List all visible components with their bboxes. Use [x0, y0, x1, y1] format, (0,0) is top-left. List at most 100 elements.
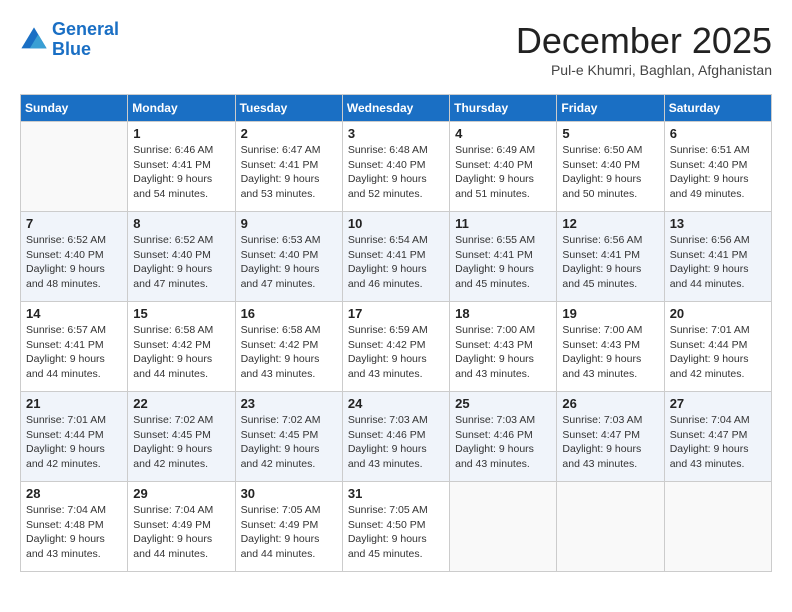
day-number: 17: [348, 306, 444, 321]
day-info: Sunrise: 6:58 AMSunset: 4:42 PMDaylight:…: [241, 323, 337, 382]
day-info: Sunrise: 6:58 AMSunset: 4:42 PMDaylight:…: [133, 323, 229, 382]
day-number: 21: [26, 396, 122, 411]
day-info: Sunrise: 7:02 AMSunset: 4:45 PMDaylight:…: [133, 413, 229, 472]
day-number: 10: [348, 216, 444, 231]
calendar-cell: 22 Sunrise: 7:02 AMSunset: 4:45 PMDayligh…: [128, 392, 235, 482]
calendar-cell: 7 Sunrise: 6:52 AMSunset: 4:40 PMDaylight…: [21, 212, 128, 302]
day-info: Sunrise: 6:54 AMSunset: 4:41 PMDaylight:…: [348, 233, 444, 292]
calendar-cell: 8 Sunrise: 6:52 AMSunset: 4:40 PMDaylight…: [128, 212, 235, 302]
day-info: Sunrise: 7:01 AMSunset: 4:44 PMDaylight:…: [670, 323, 766, 382]
location: Pul-e Khumri, Baghlan, Afghanistan: [516, 62, 772, 78]
calendar-cell: 11 Sunrise: 6:55 AMSunset: 4:41 PMDayligh…: [450, 212, 557, 302]
day-number: 31: [348, 486, 444, 501]
calendar-week-row: 1 Sunrise: 6:46 AMSunset: 4:41 PMDaylight…: [21, 122, 772, 212]
day-info: Sunrise: 7:00 AMSunset: 4:43 PMDaylight:…: [455, 323, 551, 382]
calendar-cell: 2Sunrise: 6:47 AMSunset: 4:41 PMDaylight…: [235, 122, 342, 212]
weekday-header-thursday: Thursday: [450, 95, 557, 122]
calendar-cell: 25 Sunrise: 7:03 AMSunset: 4:46 PMDayligh…: [450, 392, 557, 482]
day-number: 14: [26, 306, 122, 321]
day-number: 22: [133, 396, 229, 411]
day-number: 26: [562, 396, 658, 411]
weekday-header-saturday: Saturday: [664, 95, 771, 122]
calendar-cell: 20 Sunrise: 7:01 AMSunset: 4:44 PMDayligh…: [664, 302, 771, 392]
day-info: Sunrise: 6:55 AMSunset: 4:41 PMDaylight:…: [455, 233, 551, 292]
weekday-header-sunday: Sunday: [21, 95, 128, 122]
day-info: Sunrise: 6:50 AMSunset: 4:40 PMDaylight:…: [562, 143, 658, 202]
day-info: Sunrise: 7:03 AMSunset: 4:46 PMDaylight:…: [455, 413, 551, 472]
calendar-cell: [664, 482, 771, 572]
month-title: December 2025: [516, 20, 772, 62]
day-number: 16: [241, 306, 337, 321]
calendar-cell: 30Sunrise: 7:05 AMSunset: 4:49 PMDayligh…: [235, 482, 342, 572]
day-number: 11: [455, 216, 551, 231]
calendar-cell: 12Sunrise: 6:56 AMSunset: 4:41 PMDayligh…: [557, 212, 664, 302]
day-info: Sunrise: 7:03 AMSunset: 4:46 PMDaylight:…: [348, 413, 444, 472]
weekday-header-tuesday: Tuesday: [235, 95, 342, 122]
day-number: 27: [670, 396, 766, 411]
calendar-cell: 1 Sunrise: 6:46 AMSunset: 4:41 PMDaylight…: [128, 122, 235, 212]
day-info: Sunrise: 6:49 AMSunset: 4:40 PMDaylight:…: [455, 143, 551, 202]
calendar-cell: 28 Sunrise: 7:04 AMSunset: 4:48 PMDayligh…: [21, 482, 128, 572]
day-info: Sunrise: 7:04 AMSunset: 4:49 PMDaylight:…: [133, 503, 229, 562]
day-number: 5: [562, 126, 658, 141]
calendar-cell: 4Sunrise: 6:49 AMSunset: 4:40 PMDaylight…: [450, 122, 557, 212]
day-info: Sunrise: 6:46 AMSunset: 4:41 PMDaylight:…: [133, 143, 229, 202]
weekday-header-friday: Friday: [557, 95, 664, 122]
calendar-cell: 13 Sunrise: 6:56 AMSunset: 4:41 PMDayligh…: [664, 212, 771, 302]
day-number: 25: [455, 396, 551, 411]
calendar-cell: 10 Sunrise: 6:54 AMSunset: 4:41 PMDayligh…: [342, 212, 449, 302]
calendar-cell: 27Sunrise: 7:04 AMSunset: 4:47 PMDayligh…: [664, 392, 771, 482]
day-number: 3: [348, 126, 444, 141]
day-number: 8: [133, 216, 229, 231]
calendar-week-row: 21 Sunrise: 7:01 AMSunset: 4:44 PMDayligh…: [21, 392, 772, 482]
day-number: 19: [562, 306, 658, 321]
day-info: Sunrise: 6:56 AMSunset: 4:41 PMDaylight:…: [670, 233, 766, 292]
day-number: 13: [670, 216, 766, 231]
calendar-cell: 5 Sunrise: 6:50 AMSunset: 4:40 PMDaylight…: [557, 122, 664, 212]
day-number: 24: [348, 396, 444, 411]
page-header: General Blue December 2025 Pul-e Khumri,…: [20, 20, 772, 78]
day-info: Sunrise: 7:05 AMSunset: 4:50 PMDaylight:…: [348, 503, 444, 562]
logo-icon: [20, 26, 48, 54]
calendar-cell: 24 Sunrise: 7:03 AMSunset: 4:46 PMDayligh…: [342, 392, 449, 482]
calendar-cell: 21 Sunrise: 7:01 AMSunset: 4:44 PMDayligh…: [21, 392, 128, 482]
day-number: 6: [670, 126, 766, 141]
day-info: Sunrise: 7:04 AMSunset: 4:48 PMDaylight:…: [26, 503, 122, 562]
day-number: 15: [133, 306, 229, 321]
day-info: Sunrise: 6:52 AMSunset: 4:40 PMDaylight:…: [26, 233, 122, 292]
calendar-week-row: 28 Sunrise: 7:04 AMSunset: 4:48 PMDayligh…: [21, 482, 772, 572]
day-info: Sunrise: 6:52 AMSunset: 4:40 PMDaylight:…: [133, 233, 229, 292]
calendar-cell: 19Sunrise: 7:00 AMSunset: 4:43 PMDayligh…: [557, 302, 664, 392]
day-number: 20: [670, 306, 766, 321]
weekday-header-monday: Monday: [128, 95, 235, 122]
calendar-cell: 17 Sunrise: 6:59 AMSunset: 4:42 PMDayligh…: [342, 302, 449, 392]
day-info: Sunrise: 7:01 AMSunset: 4:44 PMDaylight:…: [26, 413, 122, 472]
calendar-header-row: SundayMondayTuesdayWednesdayThursdayFrid…: [21, 95, 772, 122]
calendar-cell: 14 Sunrise: 6:57 AMSunset: 4:41 PMDayligh…: [21, 302, 128, 392]
calendar-cell: [557, 482, 664, 572]
calendar-cell: 31 Sunrise: 7:05 AMSunset: 4:50 PMDayligh…: [342, 482, 449, 572]
day-number: 18: [455, 306, 551, 321]
calendar-cell: 18 Sunrise: 7:00 AMSunset: 4:43 PMDayligh…: [450, 302, 557, 392]
calendar-week-row: 14 Sunrise: 6:57 AMSunset: 4:41 PMDayligh…: [21, 302, 772, 392]
day-info: Sunrise: 6:57 AMSunset: 4:41 PMDaylight:…: [26, 323, 122, 382]
day-info: Sunrise: 7:02 AMSunset: 4:45 PMDaylight:…: [241, 413, 337, 472]
day-info: Sunrise: 6:59 AMSunset: 4:42 PMDaylight:…: [348, 323, 444, 382]
day-number: 9: [241, 216, 337, 231]
calendar-cell: 23Sunrise: 7:02 AMSunset: 4:45 PMDayligh…: [235, 392, 342, 482]
calendar-cell: 16 Sunrise: 6:58 AMSunset: 4:42 PMDayligh…: [235, 302, 342, 392]
title-block: December 2025 Pul-e Khumri, Baghlan, Afg…: [516, 20, 772, 78]
calendar-week-row: 7 Sunrise: 6:52 AMSunset: 4:40 PMDaylight…: [21, 212, 772, 302]
day-info: Sunrise: 7:03 AMSunset: 4:47 PMDaylight:…: [562, 413, 658, 472]
day-number: 28: [26, 486, 122, 501]
day-number: 1: [133, 126, 229, 141]
calendar-cell: 6Sunrise: 6:51 AMSunset: 4:40 PMDaylight…: [664, 122, 771, 212]
day-info: Sunrise: 6:48 AMSunset: 4:40 PMDaylight:…: [348, 143, 444, 202]
day-info: Sunrise: 6:56 AMSunset: 4:41 PMDaylight:…: [562, 233, 658, 292]
day-number: 29: [133, 486, 229, 501]
day-number: 30: [241, 486, 337, 501]
weekday-header-wednesday: Wednesday: [342, 95, 449, 122]
day-number: 7: [26, 216, 122, 231]
day-info: Sunrise: 6:53 AMSunset: 4:40 PMDaylight:…: [241, 233, 337, 292]
calendar-cell: 15 Sunrise: 6:58 AMSunset: 4:42 PMDayligh…: [128, 302, 235, 392]
